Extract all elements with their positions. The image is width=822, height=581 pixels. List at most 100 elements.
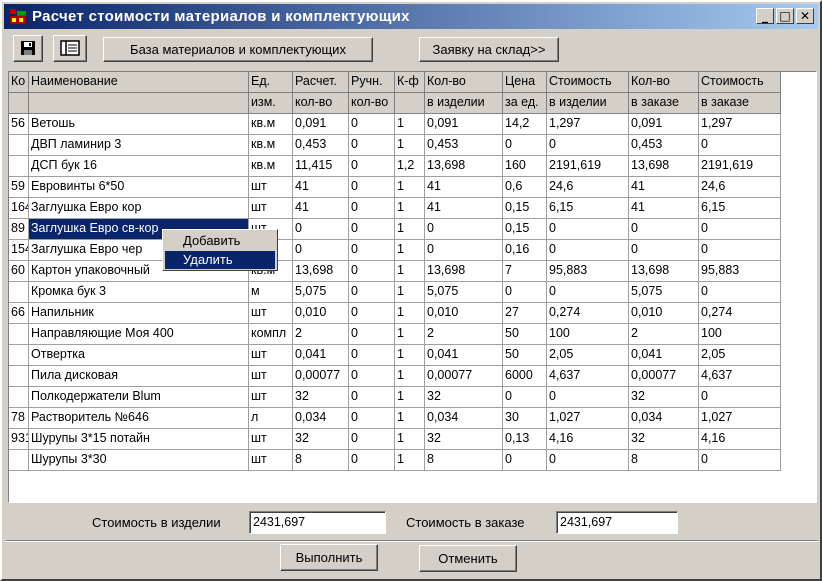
table-cell[interactable]: 24,6 xyxy=(547,177,629,198)
table-cell[interactable]: 5,075 xyxy=(425,282,503,303)
table-cell[interactable]: 50 xyxy=(503,345,547,366)
column-header[interactable]: Кол-во xyxy=(425,72,503,93)
table-cell[interactable]: 50 xyxy=(503,324,547,345)
table-cell[interactable]: 0 xyxy=(349,135,395,156)
column-header[interactable]: Стоимость xyxy=(547,72,629,93)
table-cell[interactable]: 0,041 xyxy=(293,345,349,366)
table-cell[interactable]: 41 xyxy=(425,198,503,219)
table-cell[interactable]: 0,041 xyxy=(425,345,503,366)
table-cell[interactable]: 0,274 xyxy=(699,303,781,324)
table-cell[interactable]: 24,6 xyxy=(699,177,781,198)
table-cell[interactable]: 2 xyxy=(293,324,349,345)
table-cell[interactable]: 32 xyxy=(293,387,349,408)
table-cell[interactable]: 1,027 xyxy=(699,408,781,429)
table-cell[interactable]: Ветошь xyxy=(29,114,249,135)
table-cell[interactable]: 0 xyxy=(349,282,395,303)
context-menu-add[interactable]: Добавить xyxy=(165,232,275,250)
table-cell[interactable]: 0,041 xyxy=(629,345,699,366)
table-cell[interactable]: 14,2 xyxy=(503,114,547,135)
table-cell[interactable]: 1 xyxy=(395,429,425,450)
table-cell[interactable]: 4,16 xyxy=(699,429,781,450)
table-cell[interactable]: 1 xyxy=(395,366,425,387)
table-cell[interactable]: 0 xyxy=(349,366,395,387)
table-cell[interactable]: 0 xyxy=(349,240,395,261)
table-cell[interactable]: 2,05 xyxy=(699,345,781,366)
table-cell[interactable]: кв.м xyxy=(249,156,293,177)
materials-database-button[interactable]: База материалов и комплектующих xyxy=(103,37,373,62)
table-cell[interactable]: 56 xyxy=(9,114,29,135)
table-cell[interactable]: 1 xyxy=(395,282,425,303)
column-header[interactable]: Цена xyxy=(503,72,547,93)
table-cell[interactable]: 32 xyxy=(293,429,349,450)
table-cell[interactable]: 1 xyxy=(395,261,425,282)
table-cell[interactable]: 0 xyxy=(699,450,781,471)
table-cell[interactable]: л xyxy=(249,408,293,429)
table-cell[interactable]: 59 xyxy=(9,177,29,198)
table-cell[interactable]: 0 xyxy=(699,240,781,261)
table-cell[interactable]: 0,00077 xyxy=(425,366,503,387)
table-cell[interactable]: 1,2 xyxy=(395,156,425,177)
table-cell[interactable]: 6000 xyxy=(503,366,547,387)
table-cell[interactable]: 32 xyxy=(425,387,503,408)
table-cell[interactable]: ДВП ламинир 3 xyxy=(29,135,249,156)
table-cell[interactable]: 1 xyxy=(395,219,425,240)
table-cell[interactable]: 0 xyxy=(699,219,781,240)
table-cell[interactable]: 0,6 xyxy=(503,177,547,198)
table-cell[interactable]: 0 xyxy=(629,240,699,261)
table-cell[interactable]: 2191,619 xyxy=(547,156,629,177)
table-cell[interactable]: 0 xyxy=(349,198,395,219)
table-cell[interactable]: 0 xyxy=(547,282,629,303)
table-cell[interactable]: 0,091 xyxy=(425,114,503,135)
table-cell[interactable]: 931 xyxy=(9,429,29,450)
column-header[interactable]: Ручн. xyxy=(349,72,395,93)
table-cell[interactable]: 154 xyxy=(9,240,29,261)
table-cell[interactable]: 0 xyxy=(699,282,781,303)
minimize-button[interactable]: _ xyxy=(756,8,774,24)
table-cell[interactable] xyxy=(9,387,29,408)
table-cell[interactable]: 32 xyxy=(425,429,503,450)
table-cell[interactable]: 0 xyxy=(425,219,503,240)
table-cell[interactable]: 1 xyxy=(395,303,425,324)
save-button[interactable] xyxy=(13,35,43,62)
table-cell[interactable]: 0,00077 xyxy=(629,366,699,387)
table-cell[interactable]: 0 xyxy=(547,135,629,156)
table-cell[interactable] xyxy=(9,366,29,387)
table-cell[interactable]: 0,13 xyxy=(503,429,547,450)
table-cell[interactable]: 0 xyxy=(349,324,395,345)
table-cell[interactable]: 13,698 xyxy=(425,261,503,282)
table-cell[interactable]: Шурупы 3*15 потайн xyxy=(29,429,249,450)
table-cell[interactable]: 0 xyxy=(547,450,629,471)
table-cell[interactable]: 66 xyxy=(9,303,29,324)
table-cell[interactable]: 1 xyxy=(395,324,425,345)
table-cell[interactable]: 0,034 xyxy=(425,408,503,429)
table-cell[interactable]: 0,010 xyxy=(425,303,503,324)
table-cell[interactable]: 1 xyxy=(395,135,425,156)
table-cell[interactable]: 95,883 xyxy=(699,261,781,282)
column-header[interactable]: Наименование xyxy=(29,72,249,93)
table-cell[interactable]: 0,010 xyxy=(293,303,349,324)
table-cell[interactable]: 41 xyxy=(293,198,349,219)
table-cell[interactable]: 0,453 xyxy=(425,135,503,156)
table-cell[interactable]: 0,034 xyxy=(293,408,349,429)
table-cell[interactable]: 8 xyxy=(629,450,699,471)
table-cell[interactable]: 1 xyxy=(395,408,425,429)
product-cost-field[interactable]: 2431,697 xyxy=(249,511,386,534)
table-cell[interactable]: 13,698 xyxy=(629,156,699,177)
table-cell[interactable]: 1,027 xyxy=(547,408,629,429)
table-cell[interactable]: 100 xyxy=(699,324,781,345)
column-header-sub[interactable]: в изделии xyxy=(425,93,503,114)
table-cell[interactable]: 5,075 xyxy=(293,282,349,303)
table-cell[interactable]: 0,010 xyxy=(629,303,699,324)
table-cell[interactable]: 164 xyxy=(9,198,29,219)
table-cell[interactable]: 2 xyxy=(629,324,699,345)
column-header[interactable]: Ед. xyxy=(249,72,293,93)
table-cell[interactable]: 0 xyxy=(293,240,349,261)
table-cell[interactable]: 4,16 xyxy=(547,429,629,450)
column-header-sub[interactable]: изм. xyxy=(249,93,293,114)
table-cell[interactable]: 6,15 xyxy=(547,198,629,219)
table-cell[interactable]: 0 xyxy=(629,219,699,240)
table-cell[interactable]: Отвертка xyxy=(29,345,249,366)
table-cell[interactable]: 32 xyxy=(629,429,699,450)
table-cell[interactable]: 0 xyxy=(547,219,629,240)
column-header[interactable]: К-ф xyxy=(395,72,425,93)
